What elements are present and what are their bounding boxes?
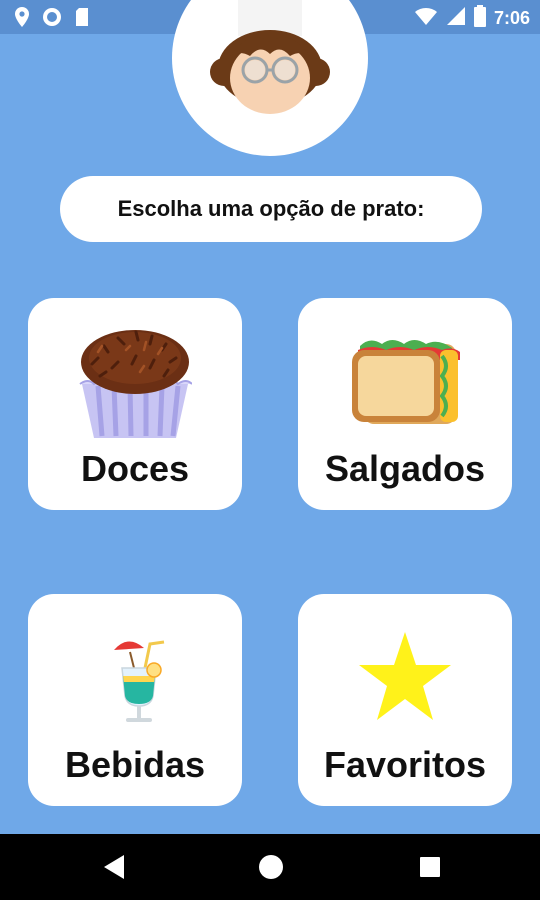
- wifi-icon: [414, 6, 438, 31]
- category-card-favoritos[interactable]: Favoritos: [298, 594, 512, 806]
- back-icon[interactable]: [102, 853, 126, 886]
- prompt-label: Escolha uma opção de prato:: [60, 176, 482, 242]
- circle-icon: [42, 7, 62, 32]
- navigation-bar: [0, 834, 540, 900]
- signal-icon: [446, 6, 466, 31]
- category-label: Bebidas: [64, 744, 206, 785]
- sandwich-icon: [352, 340, 460, 424]
- category-card-bebidas[interactable]: Bebidas: [28, 594, 242, 806]
- home-icon[interactable]: [258, 853, 284, 886]
- category-label: Salgados: [324, 448, 486, 489]
- location-icon: [14, 6, 30, 33]
- chef-avatar-icon: [210, 0, 330, 114]
- star-icon: [359, 632, 451, 720]
- avatar: [172, 0, 368, 156]
- sim-card-icon: [74, 7, 90, 32]
- category-label: Doces: [80, 448, 190, 489]
- battery-icon: [473, 5, 486, 32]
- category-card-doces[interactable]: Doces: [28, 298, 242, 510]
- cocktail-icon: [114, 640, 165, 722]
- category-label: Favoritos: [323, 744, 487, 785]
- recents-icon[interactable]: [418, 853, 442, 886]
- category-card-salgados[interactable]: Salgados: [298, 298, 512, 510]
- status-time: 7:06: [493, 8, 530, 28]
- brigadeiro-icon: [79, 330, 192, 438]
